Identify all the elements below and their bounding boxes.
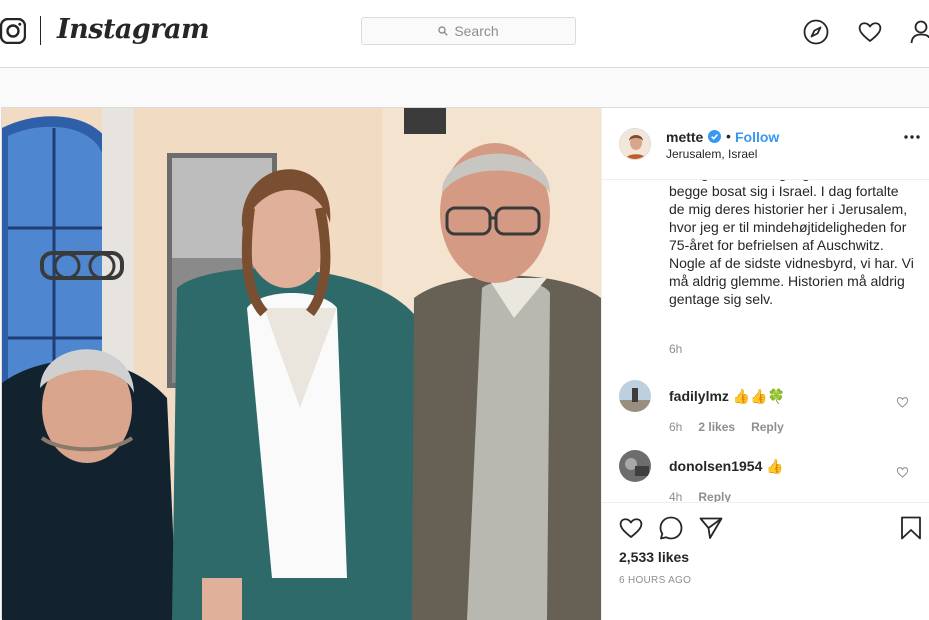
comment-row: fadilylmz 👍👍🍀 — [669, 388, 785, 405]
activity-heart-icon[interactable] — [857, 19, 883, 45]
logo-divider — [40, 16, 41, 45]
instagram-logo-icon[interactable] — [0, 18, 26, 44]
author-avatar-image — [620, 129, 650, 159]
comments-list[interactable]: Sverige som 6-årig, og siden har de begg… — [602, 180, 929, 502]
comment-like-heart-icon[interactable] — [896, 396, 909, 408]
comment-meta: 4h Reply — [669, 490, 731, 502]
search-placeholder: Search — [454, 23, 499, 39]
search-input[interactable]: Search — [361, 17, 576, 45]
profile-icon[interactable] — [910, 19, 929, 45]
like-heart-icon[interactable] — [618, 515, 644, 541]
post-caption: Sverige som 6-årig, og siden har de begg… — [669, 180, 914, 307]
comment-avatar-image — [619, 450, 651, 482]
save-bookmark-icon[interactable] — [898, 515, 924, 541]
comment-avatar-image — [619, 380, 651, 412]
post-header: mette • Follow Jerusalem, Israel — [602, 108, 929, 180]
comment-avatar[interactable] — [619, 450, 651, 482]
comment-row: donolsen1954 👍 — [669, 458, 784, 475]
search-icon — [438, 26, 449, 36]
comment-avatar[interactable] — [619, 380, 651, 412]
top-navigation-bar: Instagram Search — [0, 0, 929, 68]
author-username[interactable]: mette — [666, 129, 703, 145]
more-options-icon[interactable] — [904, 134, 920, 140]
post-side-panel: mette • Follow Jerusalem, Israel Sverige… — [601, 108, 929, 620]
comment-time: 6h — [669, 420, 683, 434]
explore-compass-icon[interactable] — [803, 19, 829, 45]
post-location[interactable]: Jerusalem, Israel — [666, 147, 757, 161]
instagram-wordmark[interactable]: Instagram — [57, 14, 210, 45]
share-paper-plane-icon[interactable] — [698, 515, 724, 541]
comment-time: 4h — [669, 490, 683, 502]
separator-dot: • — [726, 128, 731, 144]
comment-username[interactable]: fadilylmz — [669, 388, 729, 404]
comment-reply-button[interactable]: Reply — [751, 420, 784, 434]
post-photo[interactable] — [2, 108, 601, 620]
verified-badge-icon — [708, 130, 721, 143]
comment-text: 👍👍🍀 — [732, 388, 786, 404]
post-card: mette • Follow Jerusalem, Israel Sverige… — [1, 107, 929, 620]
likes-count[interactable]: 2,533 likes — [619, 549, 689, 565]
comment-username[interactable]: donolsen1954 — [669, 458, 762, 474]
caption-time: 6h — [669, 342, 683, 356]
comment-meta: 6h 2 likes Reply — [669, 420, 784, 434]
comment-text: 👍 — [766, 458, 784, 474]
post-timestamp[interactable]: 6 HOURS AGO — [619, 575, 691, 586]
comment-likes[interactable]: 2 likes — [698, 420, 735, 434]
comment-like-heart-icon[interactable] — [896, 466, 909, 478]
comment-bubble-icon[interactable] — [658, 515, 684, 541]
follow-button[interactable]: Follow — [735, 129, 779, 145]
post-actions: 2,533 likes 6 HOURS AGO — [602, 502, 929, 620]
author-avatar[interactable] — [619, 128, 651, 160]
post-photo-illustration — [2, 108, 601, 620]
comment-reply-button[interactable]: Reply — [698, 490, 731, 502]
